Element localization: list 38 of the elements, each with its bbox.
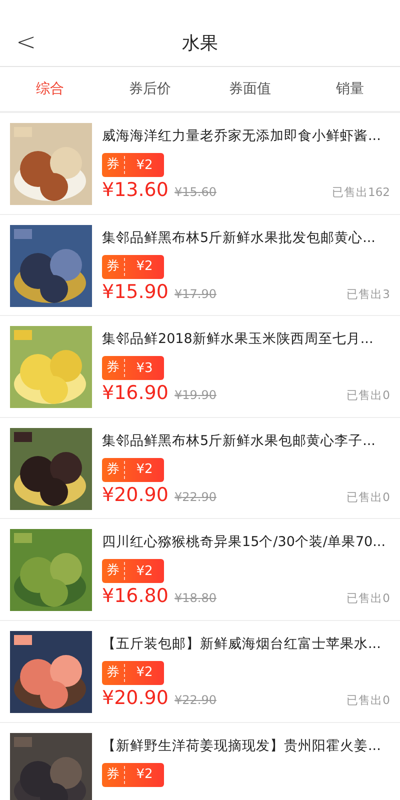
- product-title[interactable]: 集邻品鲜黑布林5斤新鲜水果包邮黄心李子...: [102, 432, 390, 450]
- price: ¥15.90: [102, 280, 168, 303]
- page-title: 水果: [182, 32, 218, 55]
- sold-count: 已售出162: [332, 185, 390, 200]
- price: ¥13.60: [102, 179, 168, 201]
- sort-tab[interactable]: 销量: [300, 67, 400, 111]
- price: ¥20.90: [102, 484, 168, 506]
- original-price: ¥22.90: [174, 490, 216, 504]
- sold-count: 已售出0: [346, 388, 390, 404]
- original-price: ¥22.90: [174, 692, 216, 707]
- product-title[interactable]: 威海海洋红力量老乔家无添加即食小鲜虾酱...: [102, 127, 390, 145]
- price: ¥16.90: [102, 382, 168, 404]
- sort-tab[interactable]: 券面值: [200, 67, 300, 111]
- sort-tab[interactable]: 券后价: [100, 67, 200, 111]
- price: ¥16.80: [102, 585, 168, 608]
- coupon-badge: 券 ¥2: [102, 254, 164, 279]
- sort-tab[interactable]: 综合: [0, 67, 100, 111]
- product-title[interactable]: 四川红心猕猴桃奇异果15个/30个装/单果70...: [102, 533, 390, 552]
- coupon-badge: 券 ¥2: [102, 660, 164, 685]
- original-price: ¥18.80: [174, 591, 216, 606]
- original-price: ¥19.90: [174, 388, 216, 402]
- product-title[interactable]: 集邻品鲜2018新鲜水果玉米陕西周至七月...: [102, 330, 390, 348]
- coupon-badge: 券 ¥2: [102, 153, 164, 177]
- product-title[interactable]: 【五斤装包邮】新鲜威海烟台红富士苹果水...: [102, 634, 390, 653]
- original-price: ¥15.60: [174, 185, 216, 199]
- coupon-badge: 券 ¥2: [102, 559, 164, 584]
- coupon-badge: 券 ¥2: [102, 762, 164, 787]
- price: ¥20.90: [102, 686, 168, 709]
- sold-count: 已售出0: [346, 490, 390, 505]
- coupon-badge: 券 ¥3: [102, 356, 164, 380]
- sold-count: 已售出0: [346, 591, 390, 606]
- original-price: ¥17.90: [174, 286, 216, 301]
- sold-count: 已售出0: [346, 692, 390, 708]
- product-title[interactable]: 【新鲜野生洋荷姜现摘现发】贵州阳霍火姜...: [102, 736, 390, 755]
- sold-count: 已售出3: [346, 286, 390, 302]
- back-button[interactable]: <: [12, 28, 40, 56]
- coupon-badge: 券 ¥2: [102, 458, 164, 482]
- product-title[interactable]: 集邻品鲜黑布林5斤新鲜水果批发包邮黄心...: [102, 228, 390, 247]
